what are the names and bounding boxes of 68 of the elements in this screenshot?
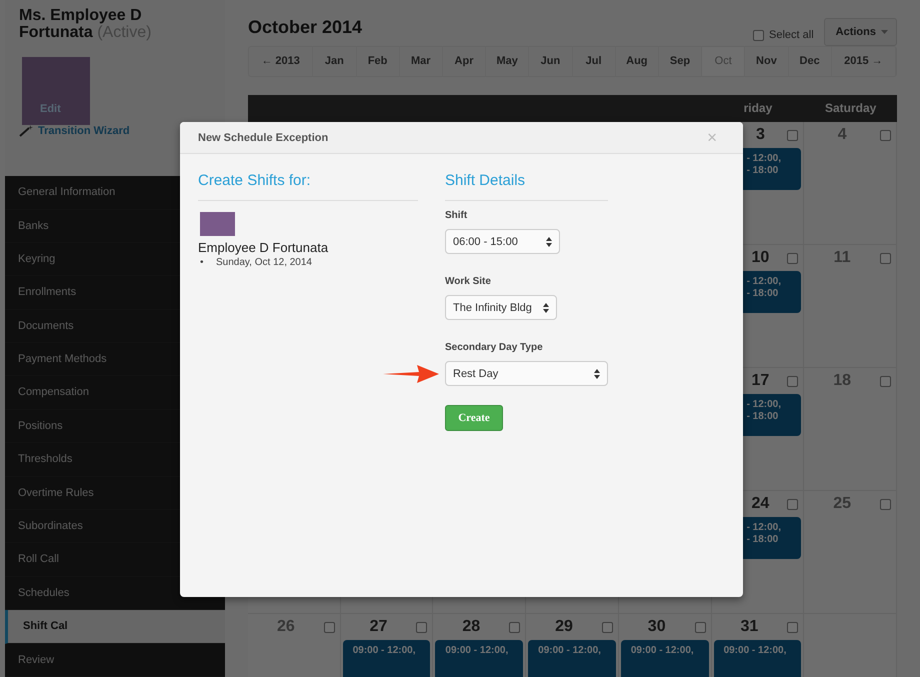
actions-button[interactable]: Actions bbox=[824, 18, 897, 46]
month-tab[interactable]: Mar bbox=[400, 47, 443, 76]
day-checkbox[interactable] bbox=[787, 498, 798, 510]
list-bullet: • bbox=[200, 257, 205, 268]
day-number: 29 bbox=[554, 618, 574, 636]
month-tab[interactable]: May bbox=[486, 47, 530, 76]
day-checkbox[interactable] bbox=[880, 130, 891, 140]
shift-event[interactable]: 09:00 - 12:00, bbox=[714, 640, 802, 677]
day-number: 31 bbox=[740, 618, 760, 636]
day-checkbox[interactable] bbox=[787, 622, 798, 632]
updown-icon bbox=[594, 368, 600, 378]
day-checkbox[interactable] bbox=[509, 622, 520, 632]
day-checkbox[interactable] bbox=[602, 622, 613, 632]
caret-icon bbox=[881, 30, 888, 34]
month-tab[interactable]: Dec bbox=[788, 47, 832, 76]
month-tab[interactable]: Jun bbox=[529, 47, 573, 76]
day-checkbox[interactable] bbox=[880, 498, 891, 510]
day-checkbox[interactable] bbox=[880, 252, 891, 264]
day-checkbox[interactable] bbox=[880, 376, 891, 386]
select-all-label: Select all bbox=[769, 29, 814, 41]
dropdown-select[interactable]: 06:00 - 15:00 bbox=[445, 229, 560, 254]
month-tab[interactable]: Feb bbox=[356, 47, 400, 76]
close-button[interactable]: × bbox=[699, 129, 725, 146]
photo-placeholder bbox=[200, 212, 235, 236]
shift-event[interactable]: 09:00 - 12:00, bbox=[342, 640, 430, 677]
select-all-checkbox[interactable] bbox=[753, 30, 764, 40]
month-tab[interactable]: ← 2013 bbox=[249, 47, 314, 76]
dropdown-select[interactable]: The Infinity Bldg bbox=[445, 295, 557, 320]
month-tab[interactable]: Apr bbox=[442, 47, 486, 76]
day-checkbox[interactable] bbox=[787, 130, 798, 140]
month-title: October 2014 bbox=[248, 17, 362, 38]
create-button[interactable]: Create bbox=[445, 405, 503, 431]
weekday-label: Saturday bbox=[824, 100, 878, 117]
month-tab[interactable]: Jul bbox=[572, 47, 616, 76]
day-number: 3 bbox=[754, 126, 766, 144]
day-checkbox[interactable] bbox=[694, 622, 706, 632]
month-tab[interactable]: Jan bbox=[313, 47, 356, 76]
day-number: 17 bbox=[750, 372, 770, 390]
section-heading: Shift Details bbox=[445, 172, 608, 201]
day-checkbox[interactable] bbox=[787, 252, 798, 264]
sidebar-item[interactable]: Review bbox=[5, 644, 225, 677]
modal-title: New Schedule Exception bbox=[198, 132, 328, 144]
day-number: 30 bbox=[646, 618, 667, 636]
photo-placeholder bbox=[22, 57, 90, 125]
day-checkbox[interactable] bbox=[787, 376, 798, 386]
sidebar-item[interactable]: Shift Cal bbox=[5, 610, 225, 644]
day-checkbox[interactable] bbox=[324, 622, 335, 632]
shift-event[interactable]: 09:00 - 12:00, bbox=[620, 640, 709, 677]
field-label: Secondary Day Type bbox=[445, 342, 544, 353]
field-label: Shift bbox=[445, 210, 468, 221]
shift-event[interactable]: 09:00 - 12:00, bbox=[435, 640, 524, 677]
dropdown-select[interactable]: Rest Day bbox=[445, 361, 608, 386]
day-number: 28 bbox=[461, 618, 482, 636]
updown-icon bbox=[546, 236, 552, 246]
shift-event[interactable]: 09:00 - 12:00, bbox=[528, 640, 616, 677]
month-tab[interactable]: 2015 → bbox=[832, 47, 896, 76]
field-label: Work Site bbox=[445, 276, 492, 287]
day-number: 10 bbox=[750, 249, 770, 267]
month-tab[interactable]: Nov bbox=[745, 47, 789, 76]
day-number: 27 bbox=[368, 618, 388, 636]
month-tab[interactable]: Aug bbox=[616, 47, 659, 76]
weekday-label: riday bbox=[742, 100, 774, 117]
day-number: 24 bbox=[750, 495, 770, 513]
transition-wizard-link[interactable]: Transition Wizard bbox=[38, 125, 130, 137]
updown-icon bbox=[543, 302, 549, 312]
day-checkbox[interactable] bbox=[416, 622, 428, 632]
wand-icon bbox=[19, 125, 33, 137]
section-heading: Create Shifts for: bbox=[198, 172, 418, 201]
